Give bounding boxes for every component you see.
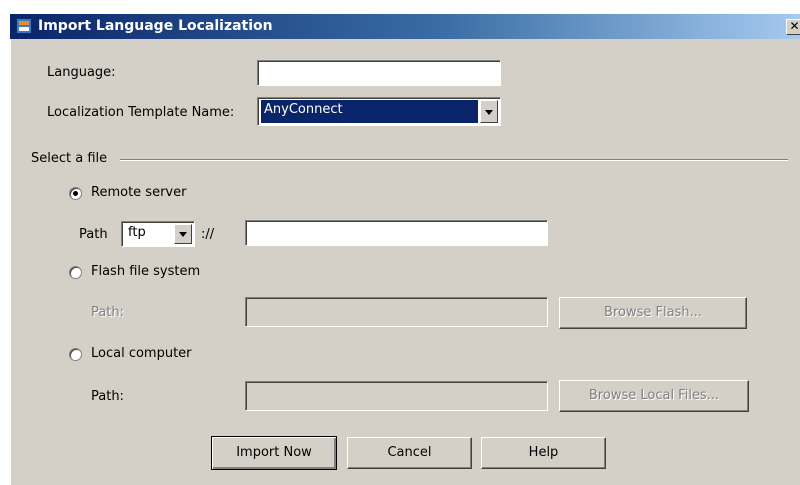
local-computer-radio[interactable]	[69, 348, 82, 361]
remote-server-radio[interactable]	[69, 187, 82, 200]
local-path-input[interactable]	[245, 381, 548, 411]
select-file-group-label: Select a file	[31, 151, 108, 166]
close-button[interactable]: ✕	[786, 19, 800, 35]
browse-local-files-button[interactable]: Browse Local Files...	[559, 380, 749, 412]
local-computer-label[interactable]: Local computer	[91, 346, 192, 361]
remote-server-label[interactable]: Remote server	[91, 185, 186, 200]
group-separator	[120, 159, 788, 161]
template-select-value: AnyConnect	[261, 100, 478, 123]
remote-path-label: Path	[79, 227, 108, 242]
close-icon: ✕	[789, 19, 800, 33]
flash-path-input[interactable]	[245, 297, 548, 327]
local-path-label: Path:	[91, 389, 124, 404]
protocol-separator: ://	[201, 227, 215, 242]
flash-path-label: Path:	[91, 305, 124, 320]
browse-flash-button[interactable]: Browse Flash...	[559, 297, 747, 329]
protocol-select[interactable]: ftp	[121, 221, 195, 247]
cancel-button[interactable]: Cancel	[347, 437, 472, 469]
title-bar[interactable]: Import Language Localization ✕	[10, 14, 800, 39]
language-input[interactable]	[257, 60, 501, 86]
flash-label[interactable]: Flash file system	[91, 264, 200, 279]
window-title: Import Language Localization	[38, 18, 273, 34]
template-label: Localization Template Name:	[47, 105, 235, 120]
language-label: Language:	[47, 65, 116, 80]
protocol-select-value: ftp	[128, 225, 146, 240]
chevron-down-icon[interactable]	[480, 100, 498, 123]
flash-radio[interactable]	[69, 266, 82, 279]
help-button[interactable]: Help	[481, 437, 606, 469]
remote-path-input[interactable]	[245, 220, 548, 246]
template-select[interactable]: AnyConnect	[257, 97, 501, 126]
app-icon	[16, 18, 32, 34]
chevron-down-icon[interactable]	[174, 224, 192, 244]
import-now-button[interactable]: Import Now	[211, 436, 337, 470]
